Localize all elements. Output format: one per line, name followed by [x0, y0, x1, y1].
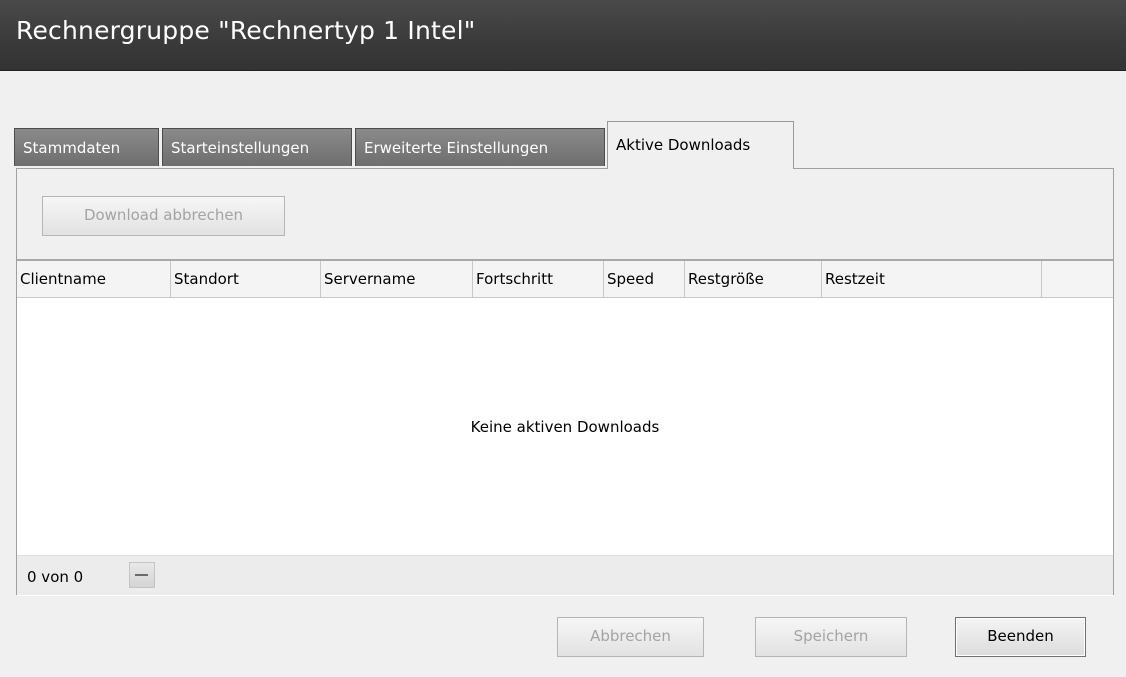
window-title: Rechnergruppe "Rechnertyp 1 Intel": [16, 16, 476, 45]
speichern-button[interactable]: Speichern: [755, 617, 907, 657]
table-pager: 0 von 0: [17, 555, 1113, 595]
column-header-servername[interactable]: Servername: [321, 261, 473, 297]
title-bar: Rechnergruppe "Rechnertyp 1 Intel": [0, 0, 1126, 71]
tab-erweiterte-einstellungen[interactable]: Erweiterte Einstellungen: [355, 128, 605, 166]
column-header-restzeit[interactable]: Restzeit: [822, 261, 1042, 297]
tab-aktive-downloads[interactable]: Aktive Downloads: [607, 121, 794, 169]
download-abbrechen-button[interactable]: Download abbrechen: [42, 196, 285, 236]
downloads-table: Clientname Standort Servername Fortschri…: [17, 259, 1113, 596]
table-header: Clientname Standort Servername Fortschri…: [17, 261, 1113, 298]
column-header-restgroesse[interactable]: Restgröße: [685, 261, 822, 297]
tab-panel-aktive-downloads: Download abbrechen Clientname Standort S…: [16, 168, 1114, 596]
beenden-button[interactable]: Beenden: [955, 617, 1086, 657]
record-count: 0 von 0: [27, 568, 84, 586]
collapse-icon[interactable]: [129, 562, 155, 588]
dialog-button-bar: Abbrechen Speichern Beenden: [0, 595, 1126, 677]
column-header-fortschritt[interactable]: Fortschritt: [473, 261, 604, 297]
column-header-clientname[interactable]: Clientname: [17, 261, 171, 297]
tab-starteinstellungen[interactable]: Starteinstellungen: [162, 128, 352, 166]
empty-table-message: Keine aktiven Downloads: [470, 418, 660, 436]
column-header-standort[interactable]: Standort: [171, 261, 321, 297]
abbrechen-button[interactable]: Abbrechen: [557, 617, 704, 657]
tab-stammdaten[interactable]: Stammdaten: [14, 128, 159, 166]
column-header-speed[interactable]: Speed: [604, 261, 685, 297]
column-header-filler: [1042, 261, 1113, 297]
